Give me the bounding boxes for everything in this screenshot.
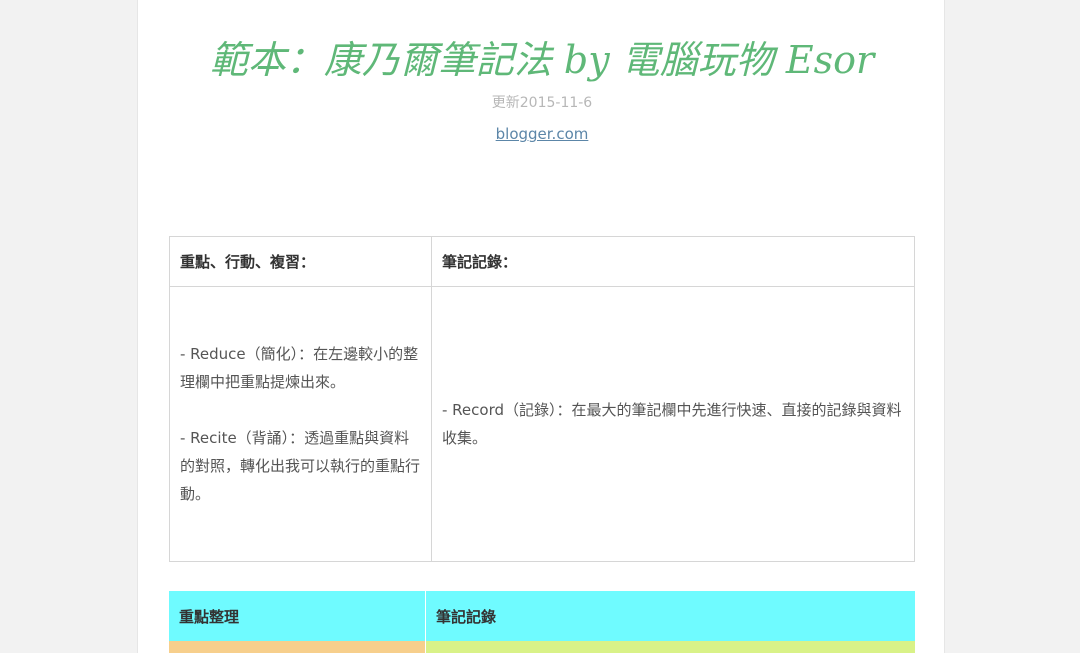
color-row-left-cell <box>169 641 426 653</box>
header-right-label: 筆記記錄： <box>442 253 518 271</box>
cornell-table-header: 重點、行動、複習： 筆記記錄： <box>170 237 914 287</box>
reduce-text: - Reduce（簡化）：在左邊較小的整理欄中把重點提煉出來。 <box>180 345 419 391</box>
recite-text: - Recite（背誦）：透過重點與資料的對照，轉化出我可以執行的重點行動。 <box>180 429 421 503</box>
body-cell-right: - Record（記錄）：在最大的筆記欄中先進行快速、直接的記錄與資料收集。 <box>432 287 914 561</box>
color-header-left: 重點整理 <box>169 591 426 641</box>
header-cell-left: 重點、行動、複習： <box>170 237 432 286</box>
color-table-row <box>169 641 915 653</box>
header-cell-right: 筆記記錄： <box>432 237 914 286</box>
right-cell-content: - Record（記錄）：在最大的筆記欄中先進行快速、直接的記錄與資料收集。 <box>432 287 914 561</box>
source-link[interactable]: blogger.com <box>496 125 589 143</box>
updated-date: 更新2015-11-6 <box>491 95 593 111</box>
source-link-wrapper: blogger.com <box>138 124 944 144</box>
color-row-right-cell <box>426 641 915 653</box>
color-table: 重點整理 筆記記錄 <box>169 591 915 653</box>
color-table-header: 重點整理 筆記記錄 <box>169 591 915 641</box>
color-header-right: 筆記記錄 <box>436 607 497 626</box>
document-page: 範本：康乃爾筆記法 by 電腦玩物 Esor 更新2015-11-6 blogg… <box>137 0 945 653</box>
cornell-table: 重點、行動、複習： 筆記記錄： - Reduce（簡化）：在左邊較小的整理欄中把… <box>169 236 915 562</box>
body-cell-left: - Reduce（簡化）：在左邊較小的整理欄中把重點提煉出來。 - Recite… <box>170 287 432 561</box>
page-title: 範本：康乃爾筆記法 by 電腦玩物 Esor <box>209 38 875 82</box>
cornell-table-body: - Reduce（簡化）：在左邊較小的整理欄中把重點提煉出來。 - Recite… <box>170 287 914 561</box>
header-left-label: 重點、行動、複習： <box>180 253 316 271</box>
left-cell-content: - Reduce（簡化）：在左邊較小的整理欄中把重點提煉出來。 - Recite… <box>170 287 431 561</box>
record-text: - Record（記錄）：在最大的筆記欄中先進行快速、直接的記錄與資料收集。 <box>442 401 902 447</box>
